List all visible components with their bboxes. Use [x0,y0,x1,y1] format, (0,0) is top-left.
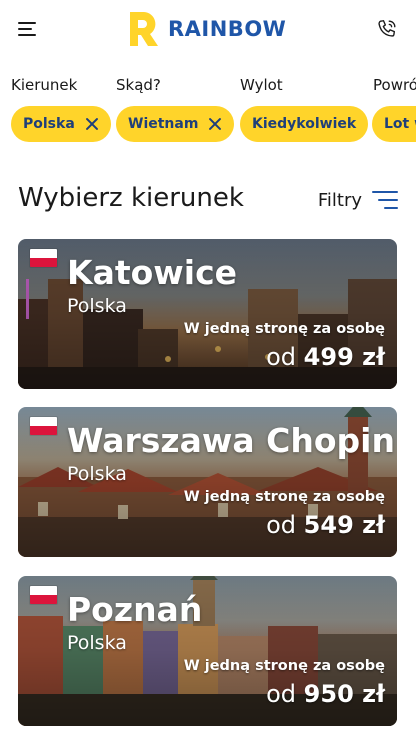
destination-country: Polska [67,463,127,485]
destination-country: Polska [67,295,127,317]
destination-card-warszawa[interactable]: Warszawa Chopin Polska W jedną stronę za… [18,407,397,557]
filter-bar: Kierunek Polska Skąd? Wietnam Wylot Kied… [0,74,416,144]
destination-country: Polska [67,632,127,654]
hamburger-icon [18,22,36,24]
price-amount: 499 zł [303,343,385,371]
filters-button[interactable]: Filtry [318,186,398,214]
filter-origin: Skąd? [116,74,161,96]
poland-flag-icon [30,586,57,604]
filter-label-departure: Wylot [240,76,283,94]
destination-city: Katowice [67,253,238,292]
filters-button-label: Filtry [317,189,362,211]
price-amount: 549 zł [303,511,385,539]
destination-city: Poznań [67,590,203,629]
filter-destination: Kierunek [11,74,77,96]
chip-destination-value: Polska [23,116,75,132]
close-icon[interactable] [85,117,99,131]
price-prefix: od [266,343,297,371]
destination-card-katowice[interactable]: Katowice Polska W jedną stronę za osobę … [18,239,397,389]
price-note: W jedną stronę za osobę [183,658,385,674]
close-icon[interactable] [208,117,222,131]
poland-flag-icon [30,417,57,435]
price-note: W jedną stronę za osobę [183,489,385,505]
chip-departure-value: Kiedykolwiek [252,116,357,132]
destination-card-poznan[interactable]: Poznań Polska W jedną stronę za osobę od… [18,576,397,726]
destination-city: Warszawa Chopin [67,421,395,460]
chip-origin[interactable]: Wietnam [116,106,235,142]
call-button[interactable] [376,18,398,40]
price: od 950 zł [266,680,385,708]
chip-return-value: Lot w [384,116,416,132]
filter-label-return: Powrót [373,76,416,94]
price-note: W jedną stronę za osobę [183,321,385,337]
price: od 549 zł [266,511,385,539]
filter-departure: Wylot [240,74,283,96]
page-title: Wybierz kierunek [18,183,244,213]
price-amount: 950 zł [303,680,385,708]
rainbow-logo[interactable]: RAINBOW [126,10,286,48]
price: od 499 zł [266,343,385,371]
chip-departure[interactable]: Kiedykolwiek [240,106,369,142]
menu-button[interactable] [18,20,40,38]
chip-destination[interactable]: Polska [11,106,111,142]
filter-label-destination: Kierunek [11,76,78,94]
filter-label-origin: Skąd? [116,76,161,94]
phone-icon [378,20,396,37]
brand-name: RAINBOW [168,17,287,41]
chip-return[interactable]: Lot w [372,106,416,142]
price-prefix: od [266,511,297,539]
logo-r-icon [130,12,158,46]
price-prefix: od [266,680,297,708]
app-header: RAINBOW [0,0,416,58]
filter-return: Powrót [373,74,416,96]
poland-flag-icon [30,249,57,267]
chip-origin-value: Wietnam [128,116,199,132]
filter-lines-icon [372,189,398,211]
